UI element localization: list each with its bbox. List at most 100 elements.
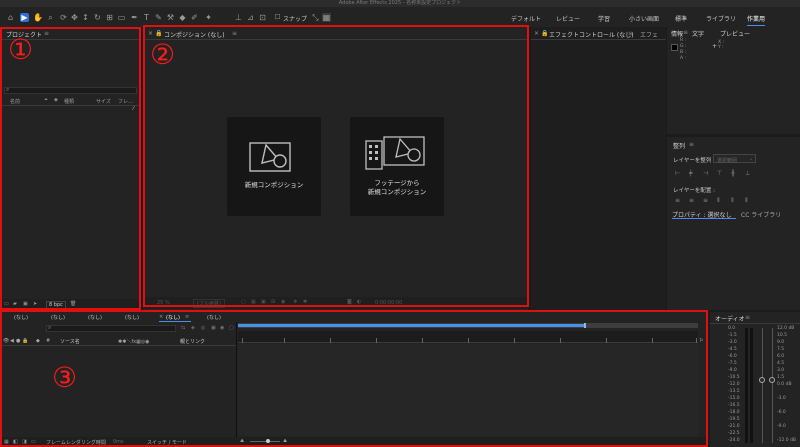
audio-right-scale-label: -9.0 (777, 424, 786, 429)
align-panel-title: 整列 (673, 143, 686, 150)
rotate-tool-icon[interactable]: ↻ (93, 13, 102, 22)
fader-track-right[interactable] (772, 328, 773, 443)
align-top-icon[interactable]: ⊤ (717, 170, 722, 177)
audio-panel: オーディオ ≡ 0.0 -1.5 -3.0 -4.5 -6.0 -7.5 -9.0 -10.5… (710, 312, 800, 447)
info-panel: 情報 ≡ 文字 プレビュー R : G : B : A : X : Y : + (667, 27, 800, 134)
tab-character[interactable]: 文字 (692, 29, 704, 38)
annotation-number-1: ① (8, 33, 34, 66)
audio-right-scale-label: 12.0 dB (777, 326, 795, 331)
audio-right-scale-label: 1.5 (777, 375, 785, 380)
clone-stamp-tool-icon[interactable]: ⚒ (166, 13, 175, 22)
annotation-box-2 (143, 25, 529, 307)
tab-libraries[interactable]: CC ライブラリ (741, 210, 781, 219)
view-axis-icon[interactable]: ⊡ (258, 13, 267, 22)
lock-icon[interactable]: 🔒 (541, 30, 548, 37)
distribute-center-v-icon[interactable]: ≡ (689, 197, 694, 204)
audio-left-scale-label: 0.0 (728, 326, 736, 331)
audio-left-scale-label: -4.5 (728, 347, 737, 352)
audio-menu-icon[interactable]: ≡ (745, 314, 750, 321)
audio-left-scale-label: -15.0 (728, 396, 740, 401)
tab-info[interactable]: 情報 (671, 29, 683, 38)
roto-brush-tool-icon[interactable]: ✐ (190, 13, 199, 22)
audio-left-scale-label: -1.5 (728, 333, 737, 338)
audio-left-scale-label: -18.0 (728, 410, 740, 415)
pen-tool-icon[interactable]: ✒ (130, 13, 139, 22)
audio-right-scale-label: 6.0 (777, 354, 785, 359)
audio-right-scale-label: 7.5 (777, 347, 785, 352)
eraser-tool-icon[interactable]: ◆ (178, 13, 187, 22)
active-tab-underline (672, 218, 736, 219)
info-b: B : (680, 50, 687, 55)
audio-left-scale-label: -12.0 (728, 382, 740, 387)
workspace-review[interactable]: レビュー (556, 14, 580, 23)
puppet-tool-icon[interactable]: ✦ (204, 13, 213, 22)
effect-controls-panel: × 🔒 エフェクトコントロール (なし) ≡ エフェ (531, 27, 666, 310)
align-menu-icon[interactable]: ≡ (689, 141, 694, 148)
audio-right-scale-label: 9.0 (777, 340, 785, 345)
level-meter-right (750, 328, 753, 443)
pan-behind-tool-icon[interactable]: ⊞ (105, 13, 114, 22)
annotation-number-3: ③ (52, 361, 78, 394)
snap-options-icon[interactable]: ⤡ (311, 13, 320, 22)
properties-panel: プロパティ : 選択なし CC ライブラリ (667, 207, 800, 310)
brush-tool-icon[interactable]: ✎ (154, 13, 163, 22)
audio-left-scale-label: -10.5 (728, 375, 740, 380)
effect-controls-menu-icon[interactable]: ≡ (628, 30, 633, 37)
local-axis-icon[interactable]: ⊥ (234, 13, 243, 22)
align-left-icon[interactable]: ⊢ (675, 170, 680, 177)
hand-tool-icon[interactable]: ✋ (33, 13, 43, 22)
workspace-standard[interactable]: 標準 (675, 14, 687, 23)
move-tool-icon[interactable]: ✥ (70, 13, 79, 22)
distribute-top-icon[interactable]: ≡ (675, 197, 680, 204)
close-tab-icon[interactable]: × (534, 30, 539, 37)
distribute-center-h-icon[interactable]: ⦀ (731, 197, 734, 205)
zoom-tool-icon[interactable]: ⌕ (46, 13, 55, 22)
color-swatch (671, 44, 678, 51)
snap-checkbox-icon[interactable]: ☐ (273, 13, 282, 22)
align-bottom-icon[interactable]: ⊥ (745, 170, 750, 177)
fader-handle-right[interactable] (769, 377, 775, 383)
fader-track-left[interactable] (762, 328, 763, 443)
tab-preview[interactable]: プレビュー (720, 29, 750, 38)
audio-left-scale-label: -13.5 (728, 389, 740, 394)
audio-right-scale-label: 4.5 (777, 361, 785, 366)
audio-left-scale-label: -24.0 (728, 438, 740, 443)
align-to-value: 選択範囲 (717, 158, 738, 164)
workspace-learn[interactable]: 学習 (598, 14, 610, 23)
audio-left-scale-label: -3.0 (728, 340, 737, 345)
snap-grid-icon[interactable]: ▦ (322, 13, 331, 22)
audio-left-scale-label: -6.0 (728, 354, 737, 359)
workspace-working[interactable]: 作業用 (747, 14, 766, 26)
home-icon[interactable]: ⌂ (6, 13, 15, 22)
align-center-v-icon[interactable]: ╫ (731, 170, 735, 177)
align-to-dropdown[interactable]: 選択範囲 ⌄ (713, 154, 756, 164)
crosshair-icon: + (712, 43, 718, 50)
fader-handle-left[interactable] (759, 377, 765, 383)
audio-right-scale-label: 0.0 dB (777, 382, 792, 387)
align-right-icon[interactable]: ⊣ (703, 170, 708, 177)
text-tool-icon[interactable]: T (142, 13, 151, 22)
distribute-left-icon[interactable]: ⦀ (717, 197, 720, 205)
dolly-tool-icon[interactable]: ↕ (81, 13, 90, 22)
audio-left-scale-label: -9.0 (728, 368, 737, 373)
annotation-box-1 (0, 27, 141, 310)
audio-right-scale-label: -12.0 dB (777, 438, 797, 443)
rectangle-tool-icon[interactable]: ▭ (117, 13, 126, 22)
workspace-small-screen[interactable]: 小さい画面 (629, 14, 659, 23)
align-center-h-icon[interactable]: ╪ (689, 170, 693, 177)
distribute-right-icon[interactable]: ⦀ (745, 197, 748, 205)
audio-right-scale-label: 10.5 (777, 333, 788, 338)
audio-left-scale-label: -21.0 (728, 424, 740, 429)
next-tab-title[interactable]: エフェ (640, 30, 658, 39)
world-axis-icon[interactable]: ⊿ (246, 13, 255, 22)
orbit-tool-icon[interactable]: ⟳ (59, 13, 68, 22)
workspace-libraries[interactable]: ライブラリ (706, 14, 736, 23)
workspace-default[interactable]: デフォルト (511, 14, 541, 23)
audio-left-scale-label: -22.5 (728, 431, 740, 436)
selection-tool-icon[interactable]: ▶ (20, 13, 29, 22)
info-a: A : (680, 56, 687, 61)
audio-left-scale-label: -7.5 (728, 361, 737, 366)
info-menu-icon[interactable]: ≡ (683, 29, 688, 36)
effect-controls-tab-title[interactable]: エフェクトコントロール (なし) (549, 30, 634, 39)
distribute-bottom-icon[interactable]: ≡ (703, 197, 708, 204)
